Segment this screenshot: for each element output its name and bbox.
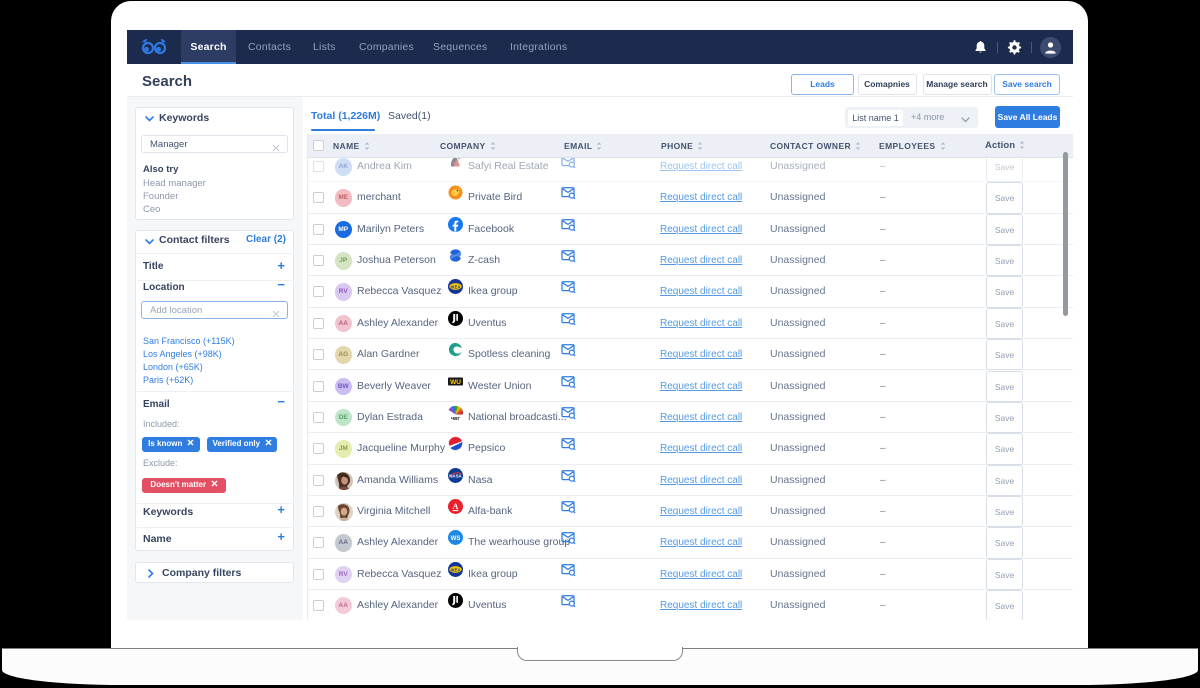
svg-text:WS: WS [451, 536, 461, 542]
svg-text:A: A [453, 502, 459, 511]
svg-text:ЧВГ: ЧВГ [451, 416, 461, 420]
svg-text:IKEA: IKEA [450, 285, 460, 290]
svg-text:IKEA: IKEA [450, 567, 460, 572]
svg-text:NASA: NASA [449, 473, 462, 478]
svg-text:WU: WU [450, 379, 461, 386]
